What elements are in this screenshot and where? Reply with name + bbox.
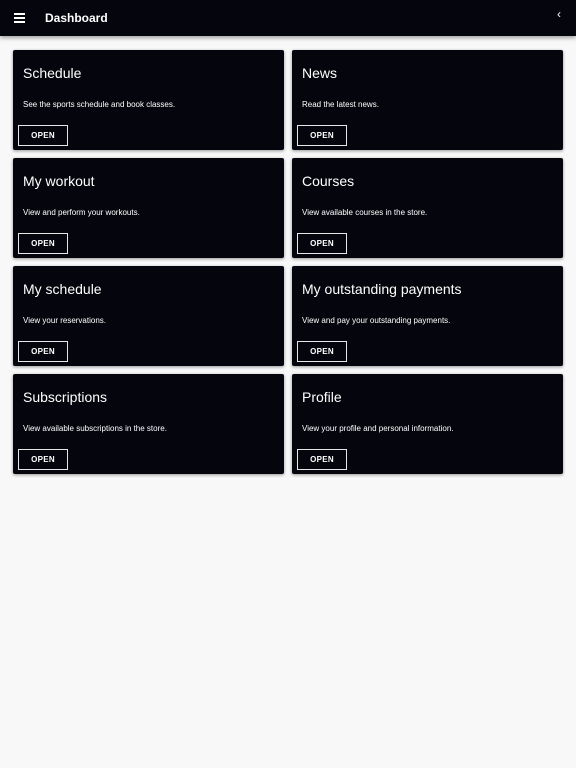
card-description: View and pay your outstanding payments.	[302, 316, 451, 325]
card-my-workout: My workout View and perform your workout…	[13, 158, 284, 258]
card-description: View available courses in the store.	[302, 208, 428, 217]
open-profile-button[interactable]: OPEN	[297, 449, 347, 470]
card-description: View your reservations.	[23, 316, 106, 325]
open-news-button[interactable]: OPEN	[297, 125, 347, 146]
card-title: My schedule	[23, 281, 102, 297]
hamburger-menu-icon[interactable]	[12, 10, 28, 26]
open-subscriptions-button[interactable]: OPEN	[18, 449, 68, 470]
card-my-outstanding-payments: My outstanding payments View and pay you…	[292, 266, 563, 366]
open-courses-button[interactable]: OPEN	[297, 233, 347, 254]
open-my-workout-button[interactable]: OPEN	[18, 233, 68, 254]
card-description: View available subscriptions in the stor…	[23, 424, 167, 433]
chevron-left-icon[interactable]: ‹	[552, 6, 566, 22]
open-schedule-button[interactable]: OPEN	[18, 125, 68, 146]
card-title: Schedule	[23, 65, 82, 81]
page-title: Dashboard	[45, 11, 108, 25]
app-bar: Dashboard ‹	[0, 0, 576, 36]
card-title: News	[302, 65, 338, 81]
card-news: News Read the latest news. OPEN	[292, 50, 563, 150]
open-my-schedule-button[interactable]: OPEN	[18, 341, 68, 362]
card-courses: Courses View available courses in the st…	[292, 158, 563, 258]
card-description: View and perform your workouts.	[23, 208, 140, 217]
card-title: Profile	[302, 389, 342, 405]
card-description: Read the latest news.	[302, 100, 379, 109]
card-my-schedule: My schedule View your reservations. OPEN	[13, 266, 284, 366]
open-outstanding-payments-button[interactable]: OPEN	[297, 341, 347, 362]
card-title: Courses	[302, 173, 355, 189]
card-title: Subscriptions	[23, 389, 108, 405]
card-subscriptions: Subscriptions View available subscriptio…	[13, 374, 284, 474]
card-title: My workout	[23, 173, 95, 189]
card-title: My outstanding payments	[302, 281, 462, 297]
dashboard-grid: Schedule See the sports schedule and boo…	[13, 50, 563, 474]
card-description: See the sports schedule and book classes…	[23, 100, 176, 109]
card-schedule: Schedule See the sports schedule and boo…	[13, 50, 284, 150]
card-profile: Profile View your profile and personal i…	[292, 374, 563, 474]
card-description: View your profile and personal informati…	[302, 424, 454, 433]
